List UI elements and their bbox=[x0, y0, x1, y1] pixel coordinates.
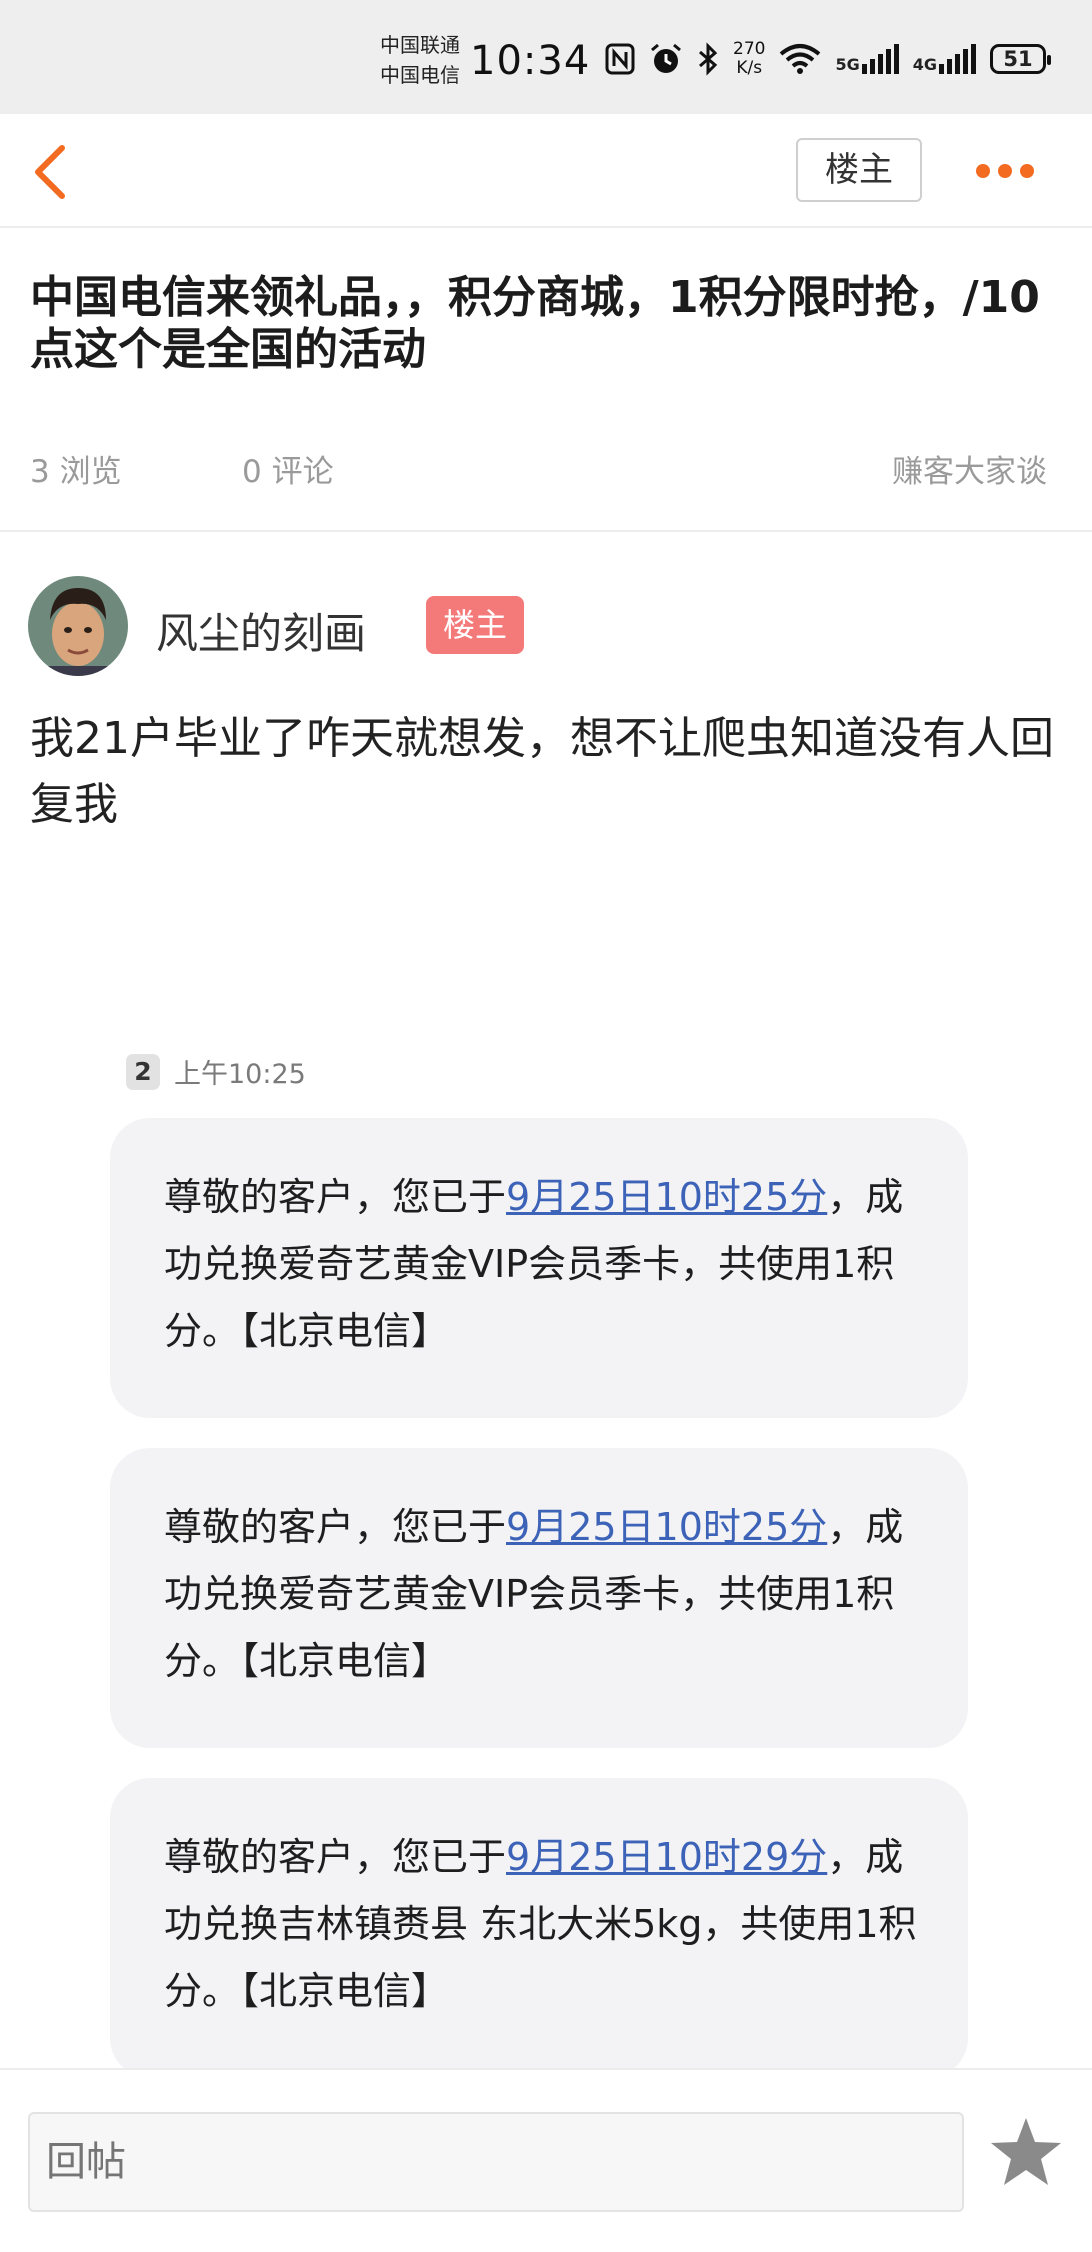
alarm-icon bbox=[651, 43, 681, 73]
sms-bubble: 尊敬的客户，您已于9月25日10时29分，成功兑换吉林镇赉县 东北大米5kg，共… bbox=[110, 1778, 968, 2078]
sms-text: 尊敬的客户，您已于 bbox=[164, 1835, 507, 1879]
network-speed: 270 K/s bbox=[733, 40, 765, 78]
status-time: 10:34 bbox=[470, 38, 591, 84]
sms-date-link[interactable]: 9月25日10时25分 bbox=[506, 1175, 827, 1219]
divider bbox=[0, 530, 1092, 532]
speed-unit: K/s bbox=[736, 58, 763, 78]
board-link[interactable]: 赚客大家谈 bbox=[892, 446, 1047, 491]
bluetooth-icon bbox=[699, 42, 718, 76]
signal-2: 4G bbox=[913, 44, 976, 74]
sms-header: 2 上午10:25 bbox=[126, 1052, 306, 1091]
avatar-image bbox=[28, 576, 128, 676]
sms-bubble: 尊敬的客户，您已于9月25日10时25分，成功兑换爱奇艺黄金VIP会员季卡，共使… bbox=[110, 1118, 968, 1418]
reply-input[interactable] bbox=[28, 2112, 964, 2212]
owner-badge: 楼主 bbox=[426, 596, 524, 654]
signal-1: 5G bbox=[835, 44, 899, 74]
sms-time: 上午10:25 bbox=[174, 1059, 306, 1090]
favorite-star-icon[interactable] bbox=[988, 2114, 1064, 2190]
post-title: 中国电信来领礼品，，积分商城，1积分限时抢，/10点这个是全国的活动 bbox=[30, 272, 1040, 375]
back-arrow-icon[interactable] bbox=[28, 144, 78, 200]
carrier-names: 中国联通 中国电信 bbox=[380, 30, 460, 90]
top-nav-bar: 楼主 bbox=[0, 114, 1092, 228]
signal-bars-icon bbox=[938, 44, 976, 74]
comment-count: 0 评论 bbox=[242, 454, 334, 490]
carrier-1: 中国联通 bbox=[380, 33, 460, 57]
view-count: 3 浏览 bbox=[30, 454, 122, 490]
only-owner-button[interactable]: 楼主 bbox=[796, 138, 922, 202]
status-bar: 中国联通 中国电信 10:34 270 K/s 5G 4G 51 bbox=[0, 0, 1092, 114]
nfc-icon bbox=[605, 43, 635, 75]
battery-icon: 51 bbox=[989, 44, 1051, 74]
carrier-2: 中国电信 bbox=[380, 63, 460, 87]
net-type-2: 4G bbox=[912, 55, 937, 74]
net-type-1: 5G bbox=[835, 55, 860, 74]
sms-date-link[interactable]: 9月25日10时29分 bbox=[506, 1835, 827, 1879]
sms-text: 尊敬的客户，您已于 bbox=[164, 1175, 507, 1219]
speed-value: 270 bbox=[733, 39, 766, 59]
wifi-icon bbox=[780, 44, 821, 74]
sms-bubble: 尊敬的客户，您已于9月25日10时25分，成功兑换爱奇艺黄金VIP会员季卡，共使… bbox=[110, 1448, 968, 1748]
sms-date-link[interactable]: 9月25日10时25分 bbox=[506, 1505, 827, 1549]
signal-bars-icon bbox=[861, 44, 899, 74]
sms-text: 尊敬的客户，您已于 bbox=[164, 1505, 507, 1549]
more-options-icon[interactable] bbox=[976, 164, 1034, 178]
bottom-reply-bar bbox=[0, 2068, 1092, 2252]
post-body: 我21户毕业了咋天就想发，想不让爬虫知道没有人回复我 bbox=[30, 713, 1054, 830]
sim-badge: 2 bbox=[126, 1053, 160, 1090]
status-icons: 270 K/s 5G 4G 51 bbox=[605, 40, 1051, 78]
avatar[interactable] bbox=[28, 576, 128, 676]
author-name[interactable]: 风尘的刻画 bbox=[156, 600, 366, 661]
